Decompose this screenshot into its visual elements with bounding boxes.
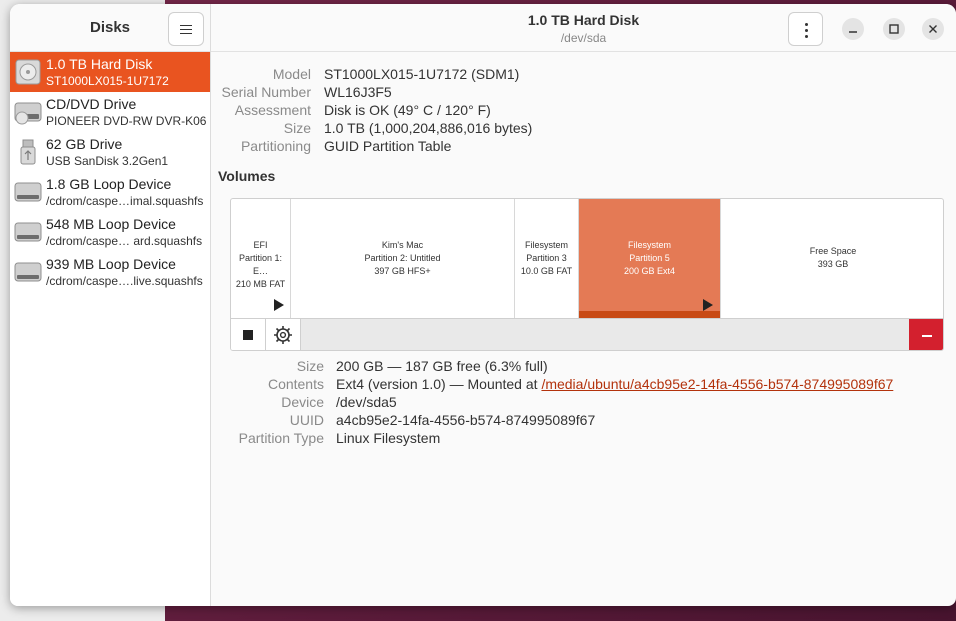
usb-drive-icon [20,139,36,165]
partition-size: 200 GB Ext4 [623,266,676,276]
uuid-label: UUID [289,412,324,428]
partition-3-filesystem[interactable]: Filesystem Partition 3 10.0 GB FAT [515,199,579,318]
partitioning-label: Partitioning [240,138,311,154]
partition-label: Filesystem Partition 5 200 GB Ext4 [579,239,720,278]
device-path: /cdrom/caspe….live.squashfs [46,274,203,288]
partition-size: 393 GB [817,259,849,269]
play-icon [703,299,713,311]
contents-text: Ext4 (version 1.0) — Mounted at [336,376,542,392]
gear-icon [274,326,292,344]
partition-size: 210 MB FAT [235,279,286,289]
disk-menu-button[interactable] [788,12,823,46]
model-label: Model [272,66,311,82]
main-menu-button[interactable] [168,12,204,46]
loop-device-icon [14,262,42,282]
hard-disk-icon [15,59,41,85]
device-model: USB SanDisk 3.2Gen1 [46,154,169,168]
minimize-button[interactable] [842,18,864,40]
loop-device-icon [14,182,42,202]
free-space[interactable]: Free Space 393 GB [721,199,943,318]
maximize-icon [889,24,899,34]
partition-5-filesystem-selected[interactable]: Filesystem Partition 5 200 GB Ext4 [579,199,721,318]
partition-name: Free Space [809,246,857,256]
device-item-loop-device-3[interactable]: 939 MB Loop Device /cdrom/caspe….live.sq… [10,252,210,292]
disks-window: Disks 1.0 TB Hard Disk ST1000LX015-1U717… [10,4,956,606]
minus-icon [922,335,932,337]
partition-label: Kim's Mac Partition 2: Untitled 397 GB H… [291,239,514,278]
serial-number-value: WL16J3F5 [324,84,392,100]
partition-label: Free Space 393 GB [721,245,943,271]
device-item-hard-disk[interactable]: 1.0 TB Hard Disk ST1000LX015-1U7172 [10,52,210,92]
device-model: ST1000LX015-1U7172 [46,74,169,88]
assessment-label: Assessment [234,102,311,118]
device-item-loop-device-2[interactable]: 548 MB Loop Device /cdrom/caspe… ard.squ… [10,212,210,252]
serial-number-label: Serial Number [221,84,311,100]
delete-partition-button[interactable] [909,319,943,350]
maximize-button[interactable] [883,18,905,40]
uuid-value: a4cb95e2-14fa-4556-b574-874995089f67 [336,412,596,428]
size-value: 1.0 TB (1,000,204,886,016 bytes) [324,120,533,136]
partition-options-button[interactable] [266,319,301,350]
optical-drive-icon [14,102,42,125]
partition-type-value: Linux Filesystem [336,430,441,446]
partition-number: Partition 3 [526,253,567,263]
device-name: 1.0 TB Hard Disk [46,56,153,72]
partition-number: Partition 1: E… [238,253,283,276]
device-item-loop-device-1[interactable]: 1.8 GB Loop Device /cdrom/caspe…imal.squ… [10,172,210,212]
device-name: 939 MB Loop Device [46,256,176,272]
device-path: /cdrom/caspe… ard.squashfs [46,234,203,248]
partition-number: Partition 2: Untitled [364,253,441,263]
main-panel: 1.0 TB Hard Disk /dev/sda Model ST1000LX… [211,4,956,606]
volumes-heading: Volumes [218,168,276,184]
size-label: Size [283,120,311,136]
volume-toolbar [231,318,943,350]
model-value: ST1000LX015-1U7172 (SDM1) [324,66,520,82]
partition-size: 397 GB HFS+ [374,266,431,276]
device-item-usb-drive[interactable]: 62 GB Drive USB SanDisk 3.2Gen1 [10,132,210,172]
device-item-cd-dvd-drive[interactable]: CD/DVD Drive PIONEER DVD-RW DVR-K06 [10,92,210,132]
device-name: 548 MB Loop Device [46,216,176,232]
headerbar: 1.0 TB Hard Disk /dev/sda [211,4,956,52]
volumes-map: EFI Partition 1: E… 210 MB FAT Kim's Mac… [230,198,944,351]
device-label: Device [281,394,324,410]
sidebar: Disks 1.0 TB Hard Disk ST1000LX015-1U717… [10,4,211,606]
device-value: /dev/sda5 [336,394,397,410]
minimize-icon [849,31,857,33]
partition-size-label: Size [296,358,324,374]
hamburger-icon [180,24,192,34]
device-path: /cdrom/caspe…imal.squashfs [46,194,204,208]
partition-size-value: 200 GB — 187 GB free (6.3% full) [336,358,548,374]
loop-device-icon [14,222,42,242]
stop-icon [243,330,253,340]
assessment-value: Disk is OK (49° C / 120° F) [324,102,491,118]
play-icon [274,299,284,311]
partition-2-kims-mac[interactable]: Kim's Mac Partition 2: Untitled 397 GB H… [291,199,515,318]
partition-label: EFI Partition 1: E… 210 MB FAT [231,239,290,291]
partition-name: Filesystem [627,240,671,250]
partition-number: Partition 5 [629,253,670,263]
close-icon [929,25,937,33]
partition-1-efi[interactable]: EFI Partition 1: E… 210 MB FAT [231,199,291,318]
mount-point-link[interactable]: /media/ubuntu/a4cb95e2-14fa-4556-b574-87… [541,376,893,392]
partition-name: Kim's Mac [381,240,424,250]
close-button[interactable] [922,18,944,40]
partition-name: EFI [253,240,268,250]
sidebar-header: Disks [10,4,210,52]
partitioning-value: GUID Partition Table [324,138,452,154]
device-name: 62 GB Drive [46,136,123,152]
device-model: PIONEER DVD-RW DVR-K06 [46,114,207,128]
partition-label: Filesystem Partition 3 10.0 GB FAT [515,239,578,278]
selection-bar [579,311,720,318]
device-name: CD/DVD Drive [46,96,137,112]
partition-type-label: Partition Type [238,430,324,446]
contents-label: Contents [267,376,324,392]
partition-name: Filesystem [524,240,568,250]
contents-value: Ext4 (version 1.0) — Mounted at /media/u… [336,376,893,392]
device-name: 1.8 GB Loop Device [46,176,172,192]
partition-size: 10.0 GB FAT [520,266,573,276]
unmount-button[interactable] [231,319,266,350]
